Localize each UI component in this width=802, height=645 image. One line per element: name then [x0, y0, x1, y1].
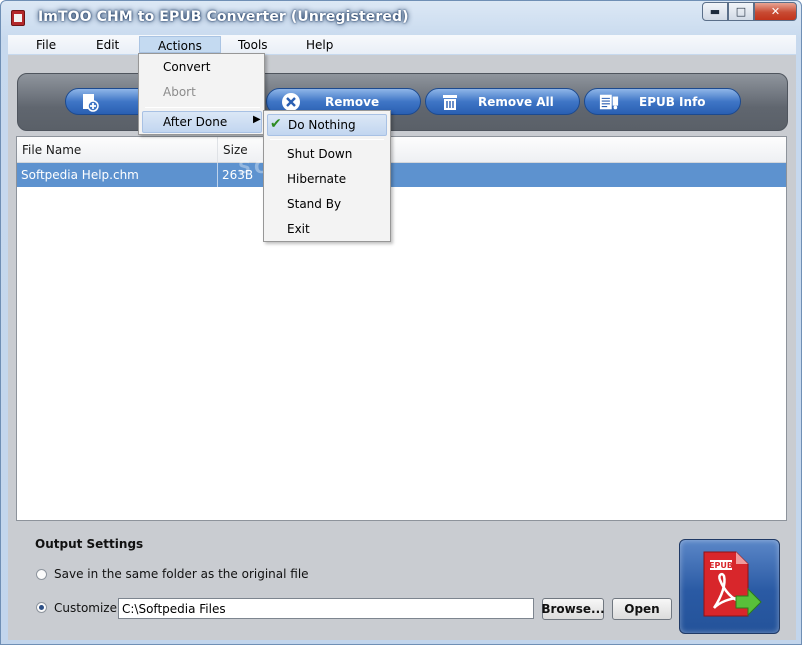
convert-label: Convert: [163, 60, 211, 74]
submenu-item-hibernate[interactable]: Hibernate: [264, 169, 390, 191]
output-path-input[interactable]: [118, 598, 534, 619]
abort-label: Abort: [163, 85, 196, 99]
exit-label: Exit: [287, 222, 310, 236]
same-folder-label[interactable]: Save in the same folder as the original …: [54, 567, 309, 581]
menu-tools[interactable]: Tools: [238, 36, 268, 53]
app-window: ImTOO CHM to EPUB Converter (Unregistere…: [0, 0, 802, 645]
menu-item-abort: Abort: [139, 82, 264, 104]
table-row[interactable]: Softpedia Help.chm 263B: [17, 163, 786, 187]
menu-help[interactable]: Help: [306, 36, 333, 53]
close-button[interactable]: ✕: [754, 2, 797, 21]
convert-button[interactable]: EPUB: [679, 539, 780, 634]
file-list[interactable]: File Name Size Softpedia Help.chm 263B: [16, 136, 787, 521]
submenu-item-shut-down[interactable]: Shut Down: [264, 144, 390, 166]
maximize-button[interactable]: □: [728, 2, 754, 21]
after-done-label: After Done: [163, 115, 228, 129]
submenu-arrow-icon: ▶: [253, 114, 261, 125]
remove-all-label: Remove All: [478, 94, 554, 109]
epub-badge-text: EPUB: [709, 561, 733, 570]
shut-down-label: Shut Down: [287, 147, 353, 161]
window-title: ImTOO CHM to EPUB Converter (Unregistere…: [38, 9, 409, 25]
epub-info-label: EPUB Info: [639, 94, 706, 109]
column-divider: [217, 163, 218, 187]
trash-icon: [440, 92, 460, 112]
actions-menu: Convert Abort After Done ▶: [138, 53, 265, 135]
app-icon[interactable]: [11, 10, 25, 26]
add-file-icon: [80, 92, 100, 112]
maximize-icon: □: [735, 5, 747, 18]
after-done-submenu: ✔ Do Nothing Shut Down Hibernate Stand B…: [263, 110, 391, 242]
customize-label[interactable]: Customize: [54, 601, 117, 615]
menu-divider: [145, 107, 260, 108]
minimize-button[interactable]: ▬: [702, 2, 728, 21]
toolbar: Remove Remove All EPUB Info: [17, 73, 788, 131]
remove-icon: [281, 92, 301, 112]
remove-label: Remove: [325, 94, 380, 109]
menu-actions[interactable]: Actions: [139, 36, 221, 53]
submenu-item-exit[interactable]: Exit: [264, 219, 390, 241]
do-nothing-label: Do Nothing: [288, 118, 356, 132]
menu-bar: File Edit Actions Tools Help: [8, 35, 796, 54]
title-bar[interactable]: ImTOO CHM to EPUB Converter (Unregistere…: [1, 1, 801, 35]
customize-radio[interactable]: [36, 602, 47, 613]
main-content: Remove Remove All EPUB Info File Name Si…: [8, 55, 796, 640]
submenu-item-do-nothing[interactable]: ✔ Do Nothing: [267, 114, 387, 136]
window-controls: ▬ □ ✕: [702, 2, 797, 21]
epub-info-button[interactable]: EPUB Info: [584, 88, 741, 115]
output-settings-title: Output Settings: [35, 537, 144, 551]
menu-file[interactable]: File: [36, 36, 56, 53]
menu-item-after-done[interactable]: After Done ▶: [142, 111, 262, 133]
stand-by-label: Stand By: [287, 197, 342, 211]
submenu-divider: [270, 139, 384, 140]
remove-all-button[interactable]: Remove All: [425, 88, 580, 115]
submenu-item-stand-by[interactable]: Stand By: [264, 194, 390, 216]
menu-item-convert[interactable]: Convert: [139, 57, 264, 79]
info-icon: [599, 92, 619, 112]
epub-pdf-convert-icon: EPUB: [703, 551, 762, 617]
hibernate-label: Hibernate: [287, 172, 347, 186]
checkmark-icon: ✔: [270, 116, 282, 132]
same-folder-radio[interactable]: [36, 569, 47, 580]
column-file-name[interactable]: File Name: [17, 137, 218, 163]
browse-button[interactable]: Browse...: [541, 598, 605, 620]
minimize-icon: ▬: [709, 5, 721, 18]
output-settings-panel: Output Settings Save in the same folder …: [8, 521, 796, 640]
close-icon: ✕: [770, 5, 781, 18]
open-button[interactable]: Open: [612, 598, 672, 620]
menu-edit[interactable]: Edit: [96, 36, 119, 53]
file-name-cell: Softpedia Help.chm: [21, 168, 139, 182]
